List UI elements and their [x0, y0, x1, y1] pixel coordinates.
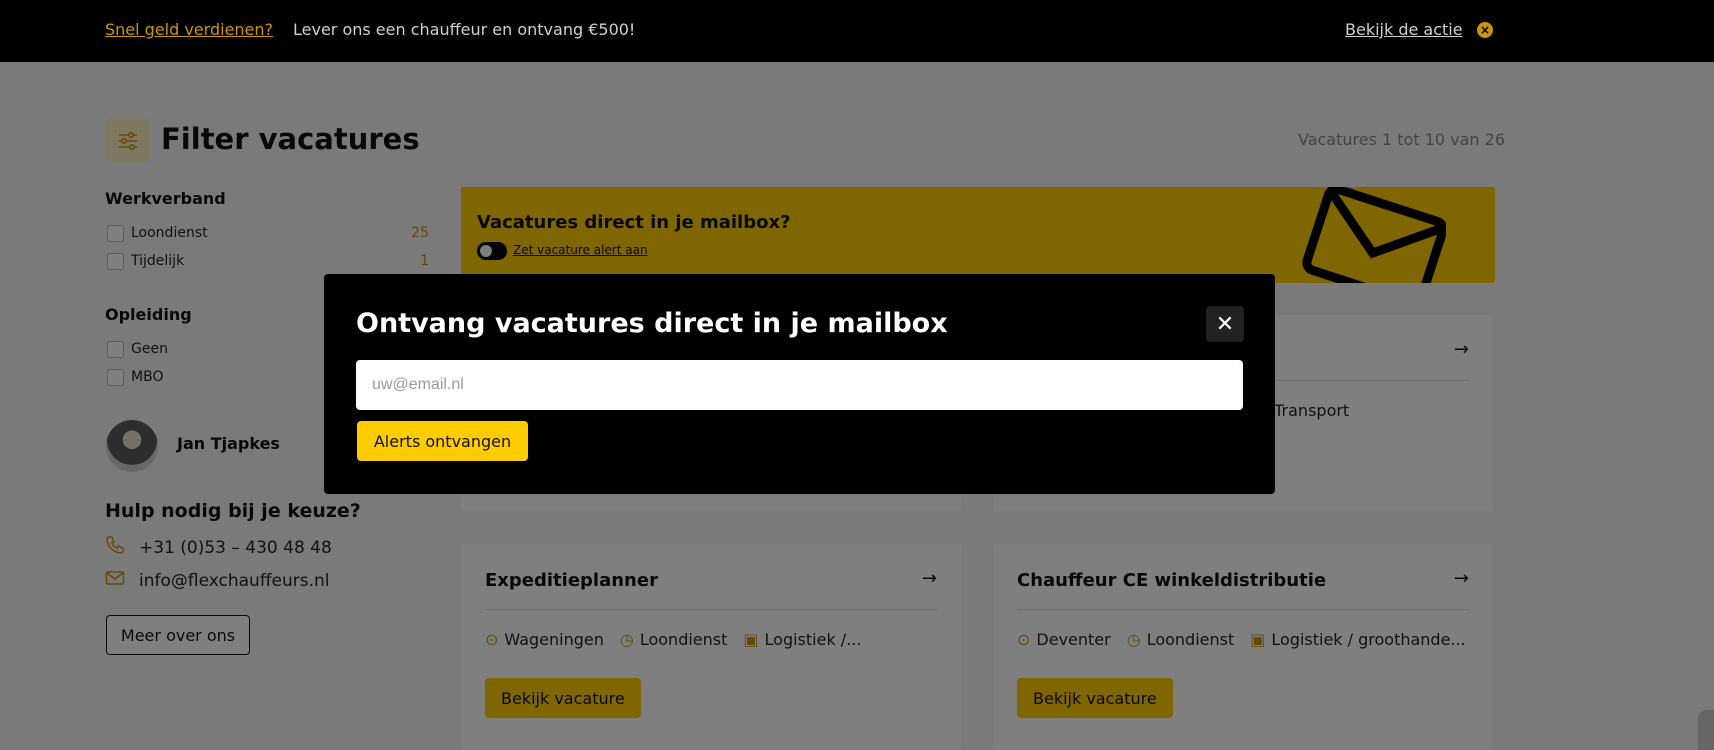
scroll-handle[interactable] — [1698, 710, 1714, 750]
receive-alerts-button[interactable]: Alerts ontvangen — [357, 421, 528, 461]
promo-link[interactable]: Snel geld verdienen? — [105, 20, 273, 39]
close-modal-button[interactable]: ✕ — [1206, 306, 1244, 342]
email-input[interactable] — [356, 360, 1243, 410]
modal-title: Ontvang vacatures direct in je mailbox — [356, 308, 948, 339]
job-alert-modal: Ontvang vacatures direct in je mailbox ✕… — [324, 274, 1275, 494]
close-announcement-icon[interactable]: × — [1477, 22, 1493, 38]
announcement-bar: Snel geld verdienen? Lever ons een chauf… — [0, 0, 1714, 62]
close-icon: ✕ — [1215, 311, 1235, 337]
promo-text: Lever ons een chauffeur en ontvang €500! — [293, 20, 636, 39]
view-action-link[interactable]: Bekijk de actie — [1345, 20, 1463, 39]
